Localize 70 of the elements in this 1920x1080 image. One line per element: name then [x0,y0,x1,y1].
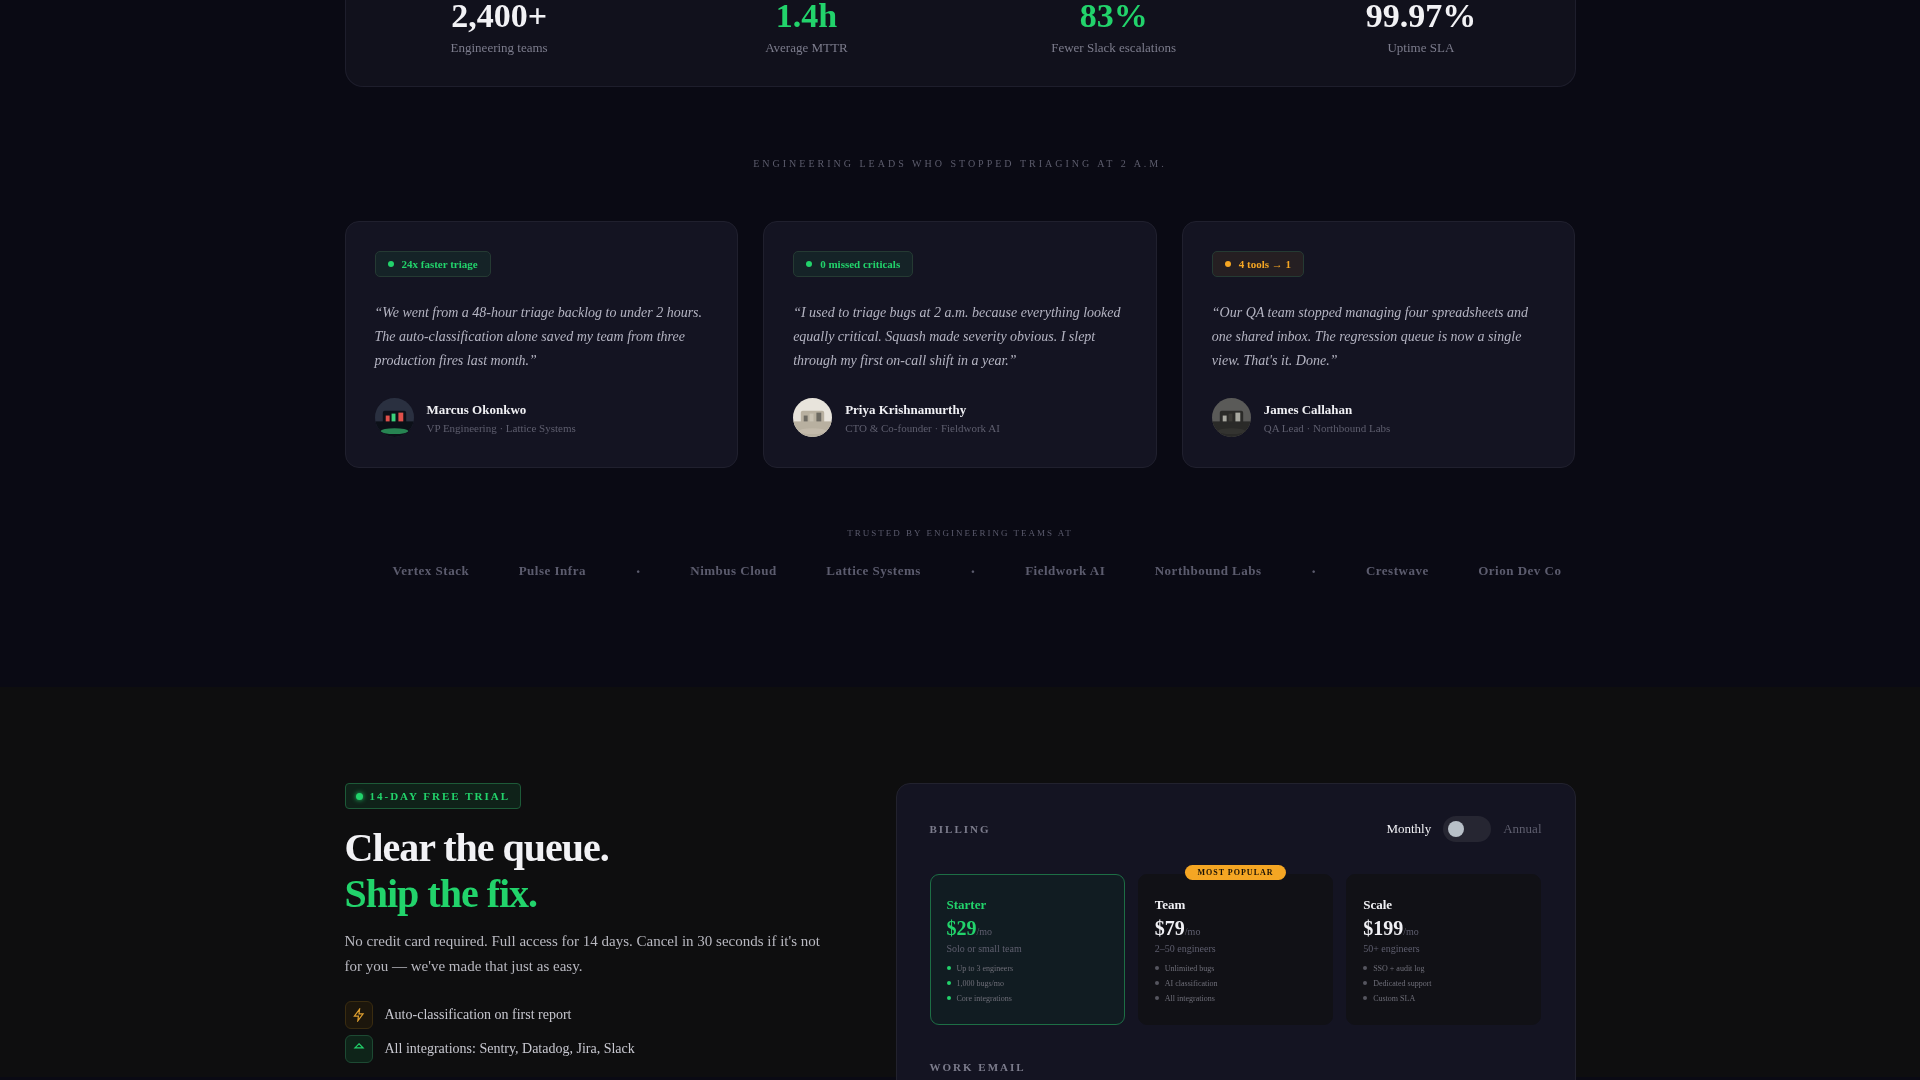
price-period: /mo [976,925,993,937]
plan-price: $79 [1154,916,1185,940]
plan-feature: Dedicated support [1373,978,1432,988]
person-role: QA Lead · Northbound Labs [1263,421,1391,434]
plan-price: $29 [946,916,977,940]
stat-label: Fewer Slack escalations [1051,40,1177,57]
billing-toggle[interactable] [1443,816,1492,842]
company-logo: Vertex Stack [392,563,470,581]
company-logo: Crestwave [1365,563,1429,581]
plan-card[interactable]: Team $79/mo 2–50 engineers Unlimited bugs AI classification All integrations [1137,874,1334,1025]
popular-tag: MOST POPULAR [1185,865,1286,880]
person-role: CTO & Co-founder · Fieldwork AI [845,421,1000,434]
annual-label: Annual [1503,821,1542,837]
headline: Ship the fix. [344,871,539,917]
plan-feature: Unlimited bugs [1164,963,1215,973]
plan-audience: Solo or small team [946,942,1023,954]
bolt-icon [344,1001,373,1029]
plan-audience: 2–50 engineers [1154,942,1217,954]
price-period: /mo [1184,925,1201,937]
plan-feature: SSO + audit log [1373,963,1425,973]
person-name: Marcus Okonkwo [426,401,528,418]
separator-dot: · [1311,563,1317,582]
stat-value: 83% [1079,0,1148,35]
plan-audience: 50+ engineers [1363,942,1421,954]
plan-feature: Custom SLA [1373,993,1416,1003]
metric-badge: 0 missed criticals [793,251,914,278]
stat-label: Uptime SLA [1387,40,1455,57]
separator-dot: · [970,563,976,582]
billing-label: BILLING [929,823,991,835]
separator-dot: · [635,563,641,582]
person-role: VP Engineering · Lattice Systems [426,421,576,434]
company-logo: Lattice Systems [826,563,921,581]
stat-value: 1.4h [775,0,838,35]
plan-feature: Up to 3 engineers [956,963,1014,973]
section-heading: ENGINEERING LEADS WHO STOPPED TRIAGING AT 2 A.M. [752,158,1168,170]
testimonial-quote: “Our QA team stopped managing four spreadsheets and one shared inbox. The regression queue is now a single view. That's it. Done.” [1211,304,1529,371]
stat-value: 2,400+ [451,0,548,35]
company-logo: Pulse Infra [518,563,586,581]
person-name: James Callahan [1263,401,1354,418]
company-logo: Orion Dev Co [1478,563,1562,581]
headline: Clear the queue. [344,825,610,871]
field-label: WORK EMAIL [929,1061,1027,1073]
plan-feature: 1,000 bugs/mo [956,978,1005,988]
monthly-label: Monthly [1386,821,1432,837]
testimonial-quote: “We went from a 48-hour triage backlog to under 2 hours. The auto-classification alone saved my team from three production fires last month.” [374,304,704,371]
company-logo: Northbound Labs [1154,563,1262,581]
trusted-label: TRUSTED BY ENGINEERING TEAMS AT [846,528,1074,539]
stat-label: Average MTTR [765,40,848,57]
person-name: Priya Krishnamurthy [845,401,968,418]
company-logo: Nimbus Cloud [690,563,777,581]
feature-text: All integrations: Sentry, Datadog, Jira, Slack [384,1041,635,1057]
plan-name: Scale [1363,896,1394,913]
plan-price: $199 [1363,916,1404,940]
metric-badge: 24x faster triage [374,251,491,278]
price-period: /mo [1403,925,1419,937]
stat-label: Engineering teams [450,40,548,57]
company-logo: Fieldwork AI [1025,563,1106,581]
trial-badge: 14-DAY FREE TRIAL [344,783,522,809]
metric-badge: 4 tools → 1 [1211,251,1305,278]
plan-feature: AI classification [1164,978,1218,988]
plan-feature: Core integrations [956,993,1012,1003]
plan-card[interactable]: Scale $199/mo 50+ engineers SSO + audit log Dedicated support Custom SLA [1346,874,1542,1025]
feature-text: Auto-classification on first report [384,1007,572,1023]
plan-card[interactable]: Starter $29/mo Solo or small team Up to 3 engineers 1,000 bugs/mo Core integrations [929,874,1125,1025]
plan-name: Starter [946,896,988,913]
description: No credit card required. Full access for 14 days. Cancel in 30 seconds if it's not for you — we've made that just as easy. [344,932,821,976]
plan-feature: All integrations [1164,993,1215,1003]
plan-name: Team [1154,896,1187,913]
testimonial-quote: “I used to triage bugs at 2 a.m. because everything looked equally critical. Squash made severity obvious. I slept through my first on-call shift in a year.” [793,304,1122,371]
stat-value: 99.97% [1365,0,1477,35]
